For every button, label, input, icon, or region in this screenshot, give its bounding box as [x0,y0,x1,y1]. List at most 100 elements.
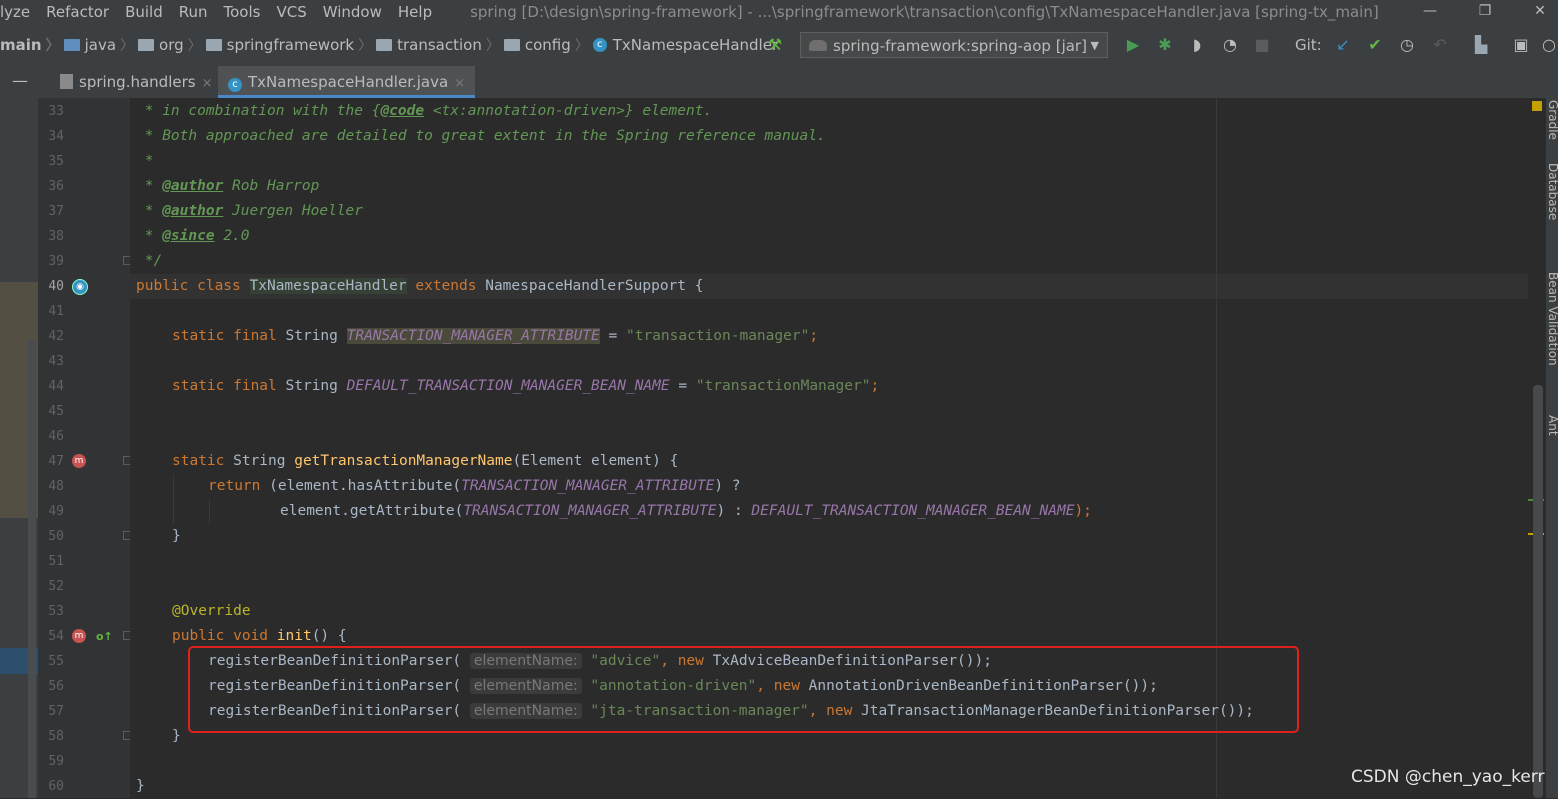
menu-window[interactable]: Window [315,3,390,21]
line-number: 38 [48,229,64,244]
line-number: 40 [48,279,64,294]
breadcrumb-org[interactable]: org [159,36,184,54]
coverage-icon[interactable]: ◗ [1188,36,1206,54]
project-structure-icon[interactable]: ▙ [1472,36,1490,54]
line-number: 42 [48,329,64,344]
code-line-49: element.getAttribute(TRANSACTION_MANAGER… [280,503,1092,519]
class-hierarchy-icon[interactable]: ◉ [72,279,88,295]
code-line-47: static String getTransactionManagerName(… [172,453,679,469]
file-icon [60,74,73,89]
line-number: 45 [48,404,64,419]
code-line-36: * @author Rob Harrop [136,178,320,194]
close-icon[interactable]: × [202,76,213,91]
line-number: 55 [48,654,64,669]
code-line-48: return (element.hasAttribute(TRANSACTION… [208,478,741,494]
menu-run[interactable]: Run [171,3,216,21]
class-icon: c [228,78,242,92]
line-number: 41 [48,304,64,319]
folder-icon [376,39,393,51]
code-line-39: */ [136,253,163,269]
method-icon[interactable]: m [72,629,86,643]
editor-scrollbar[interactable] [1533,385,1543,798]
line-number: 52 [48,579,64,594]
breadcrumb-java[interactable]: java [85,36,116,54]
history-icon[interactable]: ◷ [1398,36,1416,54]
tool-window-gradle[interactable]: Gradle [1546,100,1558,140]
menu-help[interactable]: Help [390,3,440,21]
stop-icon[interactable]: ■ [1253,36,1271,54]
line-number: 51 [48,554,64,569]
run-icon[interactable]: ▶ [1124,36,1142,54]
tool-window-bean-validation[interactable]: Bean Validation [1546,272,1558,387]
vcs-update-icon[interactable]: ↙ [1334,36,1352,54]
line-number: 59 [48,754,64,769]
line-number: 43 [48,354,64,369]
tool-window-database[interactable]: Database [1546,163,1558,243]
breadcrumb-class[interactable]: TxNamespaceHandler [613,36,778,54]
code-line-35: * [136,153,154,169]
tab-spring-handlers[interactable]: spring.handlers × [52,66,220,98]
folder-icon [63,39,80,51]
line-number: 33 [48,104,64,119]
line-number: 60 [48,779,64,794]
menu-vcs[interactable]: VCS [268,3,314,21]
highlight-annotation-box [188,646,1299,733]
folder-icon [138,39,155,51]
tab-label: spring.handlers [79,73,196,91]
run-configuration-label: spring-framework:spring-aop [jar] [833,37,1087,55]
vcs-commit-icon[interactable]: ✔ [1366,36,1384,54]
close-icon[interactable]: × [454,76,465,91]
tab-label: TxNamespaceHandler.java [248,73,449,91]
collapse-icon[interactable]: — [12,66,28,96]
menu-bar: lyze Refactor Build Run Tools VCS Window… [0,0,1558,24]
tool-window-ant[interactable]: Ant [1546,415,1558,455]
hammer-icon[interactable]: ⚒ [766,36,784,54]
line-number: 46 [48,429,64,444]
line-number: 53 [48,604,64,619]
override-icon[interactable]: o↑ [96,630,113,644]
close-button[interactable]: ✕ [1520,0,1558,24]
line-number: 34 [48,129,64,144]
breadcrumb-main[interactable]: main [0,36,42,54]
profile-icon[interactable]: ◔ [1221,36,1239,54]
breadcrumb-springframework[interactable]: springframework [227,36,354,54]
code-line-40: public class TxNamespaceHandler extends … [136,278,704,294]
chevron-down-icon: ▼ [1090,39,1099,52]
tab-txnamespacehandler[interactable]: c TxNamespaceHandler.java × [218,66,476,98]
breadcrumb-transaction[interactable]: transaction [397,36,482,54]
code-line-42: static final String TRANSACTION_MANAGER_… [172,328,819,344]
watermark: CSDN @chen_yao_kerr [1351,767,1545,787]
warning-icon[interactable] [1532,101,1542,111]
left-scrollbar[interactable] [28,340,36,798]
line-number: 50 [48,529,64,544]
restore-button[interactable]: ❐ [1465,0,1505,24]
method-icon[interactable]: m [72,454,86,468]
debug-icon[interactable]: ✱ [1156,36,1174,54]
rollback-icon[interactable]: ↶ [1431,36,1449,54]
line-number: 56 [48,679,64,694]
line-number: 57 [48,704,64,719]
minimize-button[interactable]: — [1410,0,1450,24]
code-line-60: } [136,778,145,794]
line-number: 54 [48,629,64,644]
breadcrumb: main 〉 [0,36,60,54]
code-line-34: * Both approached are detailed to great … [136,128,826,144]
menu-refactor[interactable]: Refactor [38,3,117,21]
code-line-53: @Override [172,603,251,619]
menu-analyze[interactable]: lyze [0,3,38,21]
line-number: 58 [48,729,64,744]
terminal-icon[interactable]: ▣ [1512,36,1530,54]
line-number: 35 [48,154,64,169]
menu-tools[interactable]: Tools [216,3,269,21]
menu-build[interactable]: Build [117,3,171,21]
search-icon[interactable]: ○ [1542,36,1556,54]
line-number: 37 [48,204,64,219]
line-number: 44 [48,379,64,394]
window-title: spring [D:\design\spring-framework] - ..… [470,3,1379,21]
breadcrumb-config[interactable]: config [525,36,571,54]
line-number: 49 [48,504,64,519]
folder-icon [205,39,222,51]
line-number: 47 [48,454,64,469]
line-number: 48 [48,479,64,494]
run-configuration-select[interactable]: spring-framework:spring-aop [jar] ▼ [800,32,1108,58]
